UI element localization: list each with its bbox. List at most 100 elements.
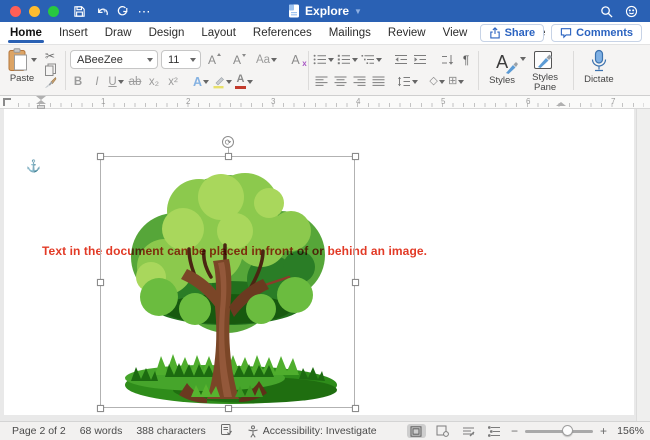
tab-view[interactable]: View bbox=[443, 24, 468, 43]
bold-button[interactable]: B bbox=[70, 73, 86, 91]
vertical-scrollbar[interactable] bbox=[636, 109, 650, 421]
multilevel-list-button[interactable] bbox=[361, 51, 382, 69]
tab-layout[interactable]: Layout bbox=[201, 24, 236, 43]
tab-review[interactable]: Review bbox=[388, 24, 426, 43]
sort-icon bbox=[441, 54, 454, 66]
proofing-status-icon[interactable] bbox=[220, 423, 233, 439]
zoom-slider-thumb[interactable] bbox=[562, 425, 573, 436]
resize-handle-middle-right[interactable] bbox=[352, 279, 359, 286]
numbering-button[interactable] bbox=[337, 51, 358, 69]
title-chevron-down-icon[interactable]: ▼ bbox=[354, 7, 362, 16]
page-indicator[interactable]: Page 2 of 2 bbox=[12, 425, 66, 437]
resize-handle-bottom-center[interactable] bbox=[225, 405, 232, 412]
tab-stop-selector-icon[interactable] bbox=[3, 98, 11, 106]
paste-dropdown-icon[interactable] bbox=[31, 58, 37, 62]
highlight-button[interactable] bbox=[212, 73, 232, 91]
undo-dropdown-icon[interactable]: ▾ bbox=[103, 7, 107, 15]
strikethrough-button[interactable]: ab bbox=[127, 73, 143, 91]
tab-home[interactable]: Home bbox=[10, 24, 42, 43]
redo-icon[interactable] bbox=[116, 5, 129, 18]
dictate-button[interactable]: Dictate bbox=[578, 48, 620, 93]
tab-mailings[interactable]: Mailings bbox=[329, 24, 371, 43]
styles-brush-icon bbox=[503, 61, 519, 75]
overlay-text[interactable]: Text in the document can be placed in fr… bbox=[42, 244, 602, 258]
zoom-out-button[interactable]: − bbox=[511, 424, 518, 438]
resize-handle-middle-left[interactable] bbox=[97, 279, 104, 286]
word-count[interactable]: 68 words bbox=[80, 425, 123, 437]
styles-pane-label: Styles Pane bbox=[527, 73, 563, 93]
ribbon-home: Paste ✂ bbox=[0, 44, 650, 96]
resize-handle-top-center[interactable] bbox=[225, 153, 232, 160]
borders-button[interactable]: ⊞ bbox=[448, 73, 464, 91]
close-window-button[interactable] bbox=[10, 6, 21, 17]
web-layout-view-button[interactable] bbox=[433, 424, 452, 438]
increase-indent-button[interactable] bbox=[412, 51, 428, 69]
justify-button[interactable] bbox=[370, 73, 386, 91]
right-indent-marker[interactable] bbox=[556, 100, 566, 109]
format-painter-icon[interactable] bbox=[43, 76, 57, 89]
subscript-button[interactable]: x₂ bbox=[146, 73, 162, 91]
accessibility-status[interactable]: Accessibility: Investigate bbox=[247, 425, 377, 438]
align-left-button[interactable] bbox=[313, 73, 329, 91]
styles-button[interactable]: A Styles bbox=[483, 48, 521, 93]
undo-button[interactable]: ▾ bbox=[95, 5, 107, 18]
zoom-window-button[interactable] bbox=[48, 6, 59, 17]
ruler-number: 3 bbox=[271, 97, 275, 106]
tab-references[interactable]: References bbox=[253, 24, 312, 43]
tab-draw[interactable]: Draw bbox=[105, 24, 132, 43]
print-layout-view-button[interactable] bbox=[407, 424, 426, 438]
zoom-in-button[interactable]: + bbox=[600, 424, 607, 438]
sort-button[interactable] bbox=[439, 51, 455, 69]
align-right-button[interactable] bbox=[351, 73, 367, 91]
share-button[interactable]: Share bbox=[480, 24, 545, 42]
change-case-button[interactable]: Aa bbox=[256, 51, 277, 69]
minimize-window-button[interactable] bbox=[29, 6, 40, 17]
styles-label: Styles bbox=[489, 76, 515, 86]
align-center-button[interactable] bbox=[332, 73, 348, 91]
resize-handle-bottom-left[interactable] bbox=[97, 405, 104, 412]
font-size-select[interactable]: 11 bbox=[161, 50, 201, 69]
cut-icon[interactable]: ✂ bbox=[45, 50, 55, 62]
document-page[interactable]: ⚓ bbox=[4, 109, 634, 415]
document-title[interactable]: Explore bbox=[305, 4, 349, 18]
resize-handle-bottom-right[interactable] bbox=[352, 405, 359, 412]
grow-font-button[interactable]: A bbox=[204, 51, 220, 69]
microphone-icon bbox=[590, 49, 608, 74]
zoom-percentage[interactable]: 156% bbox=[614, 425, 644, 437]
resize-handle-top-left[interactable] bbox=[97, 153, 104, 160]
character-count[interactable]: 388 characters bbox=[136, 425, 205, 437]
show-paragraph-marks-button[interactable]: ¶ bbox=[458, 51, 474, 69]
search-icon[interactable] bbox=[600, 5, 613, 18]
comments-button[interactable]: Comments bbox=[551, 24, 642, 42]
feedback-smiley-icon[interactable] bbox=[625, 5, 638, 18]
indent-icon bbox=[413, 54, 427, 65]
zoom-slider[interactable] bbox=[525, 430, 593, 433]
comments-label: Comments bbox=[576, 27, 633, 39]
more-commands-icon[interactable]: ⋯ bbox=[138, 5, 152, 18]
tab-design[interactable]: Design bbox=[149, 24, 185, 43]
shrink-font-button[interactable]: A bbox=[229, 51, 245, 69]
paste-button[interactable]: Paste bbox=[6, 48, 38, 93]
shading-button[interactable]: ◇ bbox=[429, 73, 445, 91]
line-spacing-button[interactable] bbox=[397, 73, 418, 91]
rotate-handle[interactable]: ⟳ bbox=[222, 136, 234, 148]
italic-button[interactable]: I bbox=[89, 73, 105, 91]
decrease-indent-button[interactable] bbox=[393, 51, 409, 69]
comment-icon bbox=[560, 27, 572, 39]
draft-view-button[interactable] bbox=[459, 424, 478, 438]
styles-pane-button[interactable]: Styles Pane bbox=[521, 48, 569, 93]
underline-button[interactable]: U bbox=[108, 73, 124, 91]
bullets-button[interactable] bbox=[313, 51, 334, 69]
tree-image[interactable] bbox=[103, 159, 351, 409]
font-color-button[interactable]: A bbox=[235, 73, 253, 91]
resize-handle-top-right[interactable] bbox=[352, 153, 359, 160]
text-effects-button[interactable]: A bbox=[193, 73, 209, 91]
save-icon[interactable] bbox=[73, 5, 86, 18]
tab-insert[interactable]: Insert bbox=[59, 24, 88, 43]
outline-view-button[interactable] bbox=[485, 424, 504, 438]
left-indent-marker[interactable] bbox=[36, 96, 46, 109]
superscript-button[interactable]: x² bbox=[165, 73, 181, 91]
copy-icon[interactable] bbox=[44, 63, 57, 76]
font-name-select[interactable]: ABeeZee bbox=[70, 50, 158, 69]
clear-formatting-button[interactable]: Ax bbox=[288, 51, 304, 69]
